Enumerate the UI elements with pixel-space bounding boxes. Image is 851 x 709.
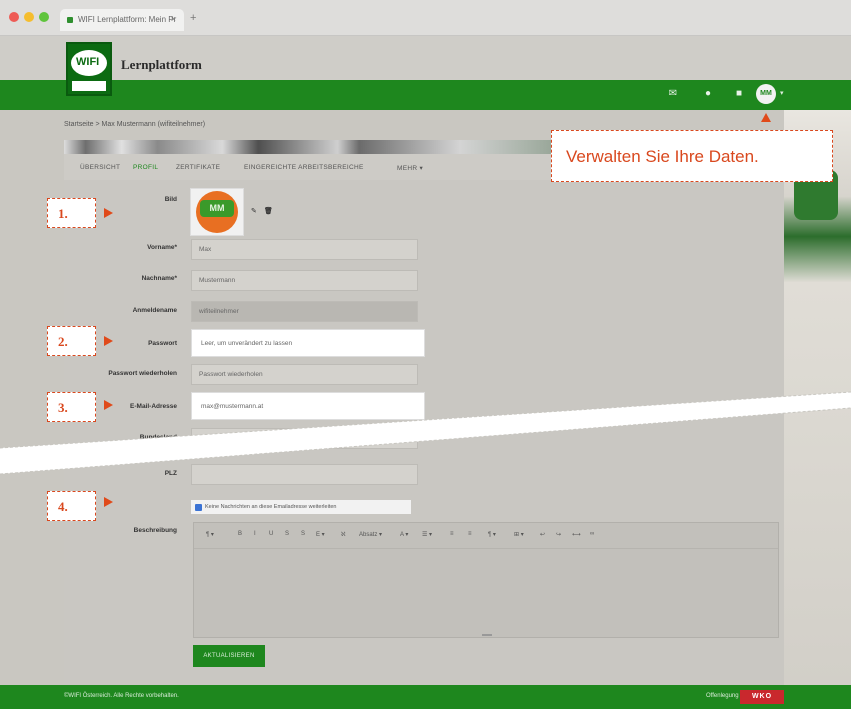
- favicon-icon: [67, 17, 73, 23]
- close-window-button[interactable]: [9, 12, 19, 22]
- table-button[interactable]: ⊞ ▾: [514, 531, 524, 538]
- description-label: Beschreibung: [133, 527, 177, 534]
- bullet-list-button[interactable]: ≡: [450, 531, 454, 537]
- no-forward-checkbox[interactable]: Keine Nachrichten an diese Emailadresse …: [191, 500, 411, 514]
- minimize-window-button[interactable]: [24, 12, 34, 22]
- annotation-arrow-2-icon: [104, 336, 113, 346]
- text-color-button[interactable]: A ▾: [400, 531, 408, 538]
- number-list-button[interactable]: ≡: [468, 531, 472, 537]
- site-title: Lernplattform: [121, 57, 202, 72]
- annotation-arrow-3-icon: [104, 400, 113, 410]
- format-select[interactable]: Absatz ▾: [359, 531, 382, 538]
- maximize-window-button[interactable]: [39, 12, 49, 22]
- tab-title: WIFI Lernplattform: Mein Pr: [78, 15, 177, 24]
- profile-initials: MM: [200, 200, 234, 217]
- breadcrumb[interactable]: Startseite > Max Mustermann (wifiteilneh…: [64, 121, 205, 128]
- password-repeat-field[interactable]: Passwort wiederholen: [191, 364, 418, 385]
- align-button[interactable]: ☰ ▾: [422, 531, 432, 538]
- lastname-field[interactable]: Mustermann: [191, 270, 418, 291]
- wko-logo[interactable]: WKO: [740, 690, 784, 704]
- tab-overview[interactable]: ÜBERSICHT: [80, 164, 120, 171]
- editor-toolbar: ¶ ▾ B I U S S E ▾ ℵ Absatz ▾ A ▾ ☰ ▾ ≡ ≡…: [194, 523, 778, 549]
- update-button[interactable]: AKTUALISIEREN: [193, 645, 265, 667]
- profile-picture[interactable]: MM: [190, 188, 244, 236]
- bell-icon[interactable]: ●: [702, 88, 714, 100]
- plz-label: PLZ: [164, 470, 177, 477]
- plz-field[interactable]: [191, 464, 418, 485]
- bold-button[interactable]: B: [238, 531, 242, 537]
- username-label: Anmeldename: [132, 307, 177, 314]
- chat-icon[interactable]: ■: [733, 88, 745, 100]
- region-label: Bundesland: [139, 434, 177, 441]
- undo-button[interactable]: ↩: [540, 531, 545, 538]
- special-char-button[interactable]: ℵ: [341, 531, 345, 538]
- link-button[interactable]: ⟷: [572, 531, 581, 538]
- annotation-callout: Verwalten Sie Ihre Daten.: [551, 130, 833, 182]
- message-icon[interactable]: ✉: [667, 88, 679, 100]
- firstname-label: Vorname*: [147, 244, 177, 251]
- firstname-field[interactable]: Max: [191, 239, 418, 260]
- annotation-marker-3: 3.: [47, 392, 96, 422]
- redo-button[interactable]: ↪: [556, 531, 561, 538]
- superscript-button[interactable]: S: [301, 531, 305, 537]
- tab-submitted-workspaces[interactable]: EINGEREICHTE ARBEITSBEREICHE: [244, 164, 364, 171]
- tab-more[interactable]: MEHR ▾: [397, 164, 423, 172]
- description-editor[interactable]: ¶ ▾ B I U S S E ▾ ℵ Absatz ▾ A ▾ ☰ ▾ ≡ ≡…: [193, 522, 779, 638]
- region-select[interactable]: - bitte auswählen -: [191, 428, 418, 449]
- logo-text: WIFI: [76, 56, 100, 68]
- username-field: wifiteilnehmer: [191, 301, 418, 322]
- email-field[interactable]: max@mustermann.at: [191, 392, 425, 420]
- user-menu-caret-icon[interactable]: ▾: [780, 89, 784, 97]
- password-repeat-label: Passwort wiederholen: [108, 370, 177, 377]
- strike-button[interactable]: S: [285, 531, 289, 537]
- annotation-marker-2: 2.: [47, 326, 96, 356]
- editor-resize-handle[interactable]: [482, 634, 492, 636]
- annotation-arrow-4-icon: [104, 497, 113, 507]
- annotation-marker-4: 4.: [47, 491, 96, 521]
- tab-certificates[interactable]: ZERTIFIKATE: [176, 164, 220, 171]
- browser-toolbar: WIFI Lernplattform: Mein Pr × +: [0, 0, 851, 36]
- new-tab-button[interactable]: +: [190, 12, 196, 24]
- list-button[interactable]: E ▾: [316, 531, 325, 538]
- annotation-arrow-1-icon: [104, 208, 113, 218]
- delete-picture-icon[interactable]: 🗑: [264, 207, 273, 215]
- footer-copyright: ©WIFI Österreich. Alle Rechte vorbehalte…: [64, 693, 179, 699]
- annotation-up-arrow-icon: [761, 113, 771, 122]
- navbar: [0, 80, 851, 110]
- unlink-button[interactable]: ∞: [590, 531, 594, 537]
- lastname-label: Nachname*: [141, 275, 177, 282]
- indent-button[interactable]: ¶ ▾: [488, 531, 496, 538]
- browser-window: WIFI Lernplattform: Mein Pr × + WIFI Ler…: [0, 0, 851, 709]
- paragraph-format-button[interactable]: ¶ ▾: [206, 531, 214, 538]
- underline-button[interactable]: U: [269, 531, 273, 537]
- background-photo: [784, 110, 851, 685]
- password-field[interactable]: Leer, um unverändert zu lassen: [191, 329, 425, 357]
- annotation-marker-1: 1.: [47, 198, 96, 228]
- checkbox-checked-icon[interactable]: [195, 504, 202, 511]
- close-tab-icon[interactable]: ×: [171, 14, 176, 24]
- browser-tab[interactable]: WIFI Lernplattform: Mein Pr ×: [60, 9, 184, 31]
- italic-button[interactable]: I: [254, 531, 256, 537]
- wifi-logo[interactable]: WIFI: [66, 42, 112, 96]
- site-footer: ©WIFI Österreich. Alle Rechte vorbehalte…: [0, 685, 851, 709]
- tab-profile[interactable]: PROFIL: [133, 164, 158, 171]
- edit-picture-icon[interactable]: ✎: [251, 207, 257, 215]
- checkbox-label: Keine Nachrichten an diese Emailadresse …: [205, 504, 337, 510]
- user-avatar[interactable]: MM: [756, 84, 776, 104]
- footer-disclosure-link[interactable]: Offenlegung: [706, 693, 739, 699]
